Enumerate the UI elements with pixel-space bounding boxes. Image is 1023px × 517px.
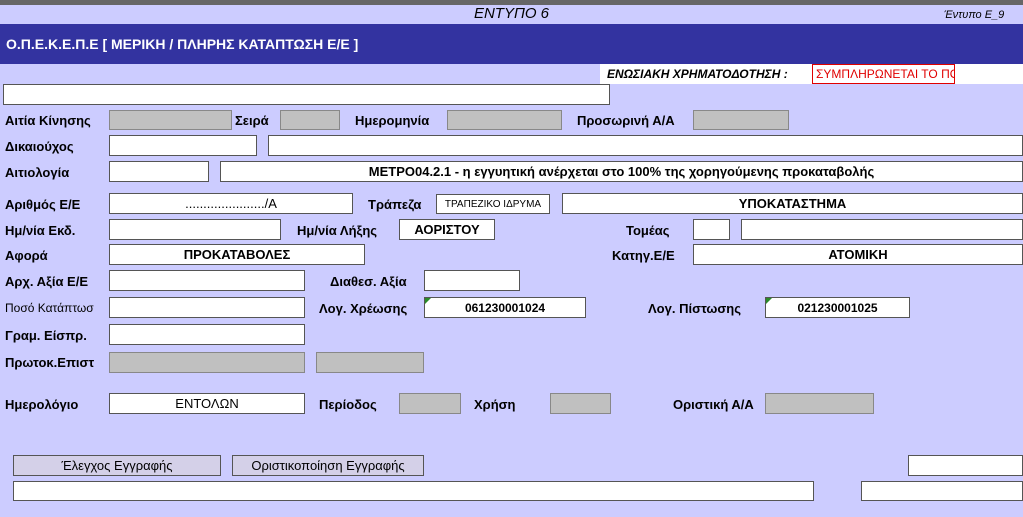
- beneficiary-label: Δικαιούχος: [5, 139, 74, 154]
- receipt-line-field[interactable]: [109, 324, 305, 345]
- cause-label: Αιτία Κίνησης: [5, 113, 91, 128]
- initial-value-field[interactable]: [109, 270, 305, 291]
- message-field-right[interactable]: [861, 481, 1023, 501]
- date-field[interactable]: [447, 110, 562, 130]
- justification-text-field[interactable]: ΜΕΤΡΟ04.2.1 - η εγγυητική ανέρχεται στο …: [220, 161, 1023, 182]
- check-entry-button[interactable]: Έλεγχος Εγγραφής: [13, 455, 221, 476]
- use-field[interactable]: [550, 393, 611, 414]
- protocol-date-field[interactable]: [316, 352, 424, 373]
- justification-code-field[interactable]: [109, 161, 209, 182]
- blank-input-top[interactable]: [3, 84, 610, 105]
- eu-funding-value[interactable]: ΣΥΜΠΛΗΡΩΝΕΤΑΙ ΤΟ ΠΟΣΟΣΤΟ: [812, 64, 955, 84]
- credit-account-field[interactable]: 021230001025: [765, 297, 910, 318]
- series-field[interactable]: [280, 110, 340, 130]
- expiry-date-label: Ημ/νία Λήξης: [297, 223, 378, 238]
- protocol-label: Πρωτοκ.Επιστ: [5, 355, 95, 370]
- debit-account-label: Λογ. Χρέωσης: [319, 301, 408, 316]
- sector-name-field[interactable]: [741, 219, 1023, 240]
- lg-number-field[interactable]: ....................../Α: [109, 193, 353, 214]
- forfeit-amount-label: Ποσό Κατάπτωσ: [5, 301, 94, 315]
- form-title: ΕΝΤΥΠΟ 6: [473, 5, 550, 22]
- message-field[interactable]: [13, 481, 814, 501]
- final-aa-field[interactable]: [765, 393, 874, 414]
- beneficiary-code-field[interactable]: [109, 135, 257, 156]
- available-value-label: Διαθεσ. Αξία: [330, 274, 407, 289]
- page-title: Ο.Π.Ε.Κ.Ε.Π.Ε [ ΜΕΡΙΚΗ / ΠΛΗΡΗΣ ΚΑΤΑΠΤΩΣ…: [6, 36, 359, 52]
- form-code: Έντυπο Ε_9: [944, 9, 1005, 21]
- temp-aa-label: Προσωρινή Α/Α: [577, 113, 675, 128]
- debit-account-field[interactable]: 061230001024: [424, 297, 586, 318]
- available-value-field[interactable]: [424, 270, 520, 291]
- branch-field[interactable]: ΥΠΟΚΑΤΑΣΤΗΜΑ: [562, 193, 1023, 214]
- final-aa-label: Οριστική Α/Α: [673, 397, 754, 412]
- initial-value-label: Αρχ. Αξία Ε/Ε: [5, 274, 89, 289]
- page-title-banner: Ο.Π.Ε.Κ.Ε.Π.Ε [ ΜΕΡΙΚΗ / ΠΛΗΡΗΣ ΚΑΤΑΠΤΩΣ…: [0, 24, 1023, 64]
- lg-number-label: Αριθμός Ε/Ε: [5, 197, 81, 212]
- journal-label: Ημερολόγιο: [5, 397, 79, 412]
- use-label: Χρήση: [474, 397, 516, 412]
- credit-account-label: Λογ. Πίστωσης: [648, 301, 741, 316]
- forfeit-amount-field[interactable]: [109, 297, 305, 318]
- justification-label: Αιτιολογία: [5, 165, 70, 180]
- finalize-entry-button[interactable]: Οριστικοποίηση Εγγραφής: [232, 455, 424, 476]
- lg-category-field[interactable]: ΑΤΟΜΙΚΗ: [693, 244, 1023, 265]
- journal-field[interactable]: ΕΝΤΟΛΩΝ: [109, 393, 305, 414]
- cause-field[interactable]: [109, 110, 232, 130]
- sector-code-field[interactable]: [693, 219, 730, 240]
- eu-funding-label: ΕΝΩΣΙΑΚΗ ΧΡΗΜΑΤΟΔΟΤΗΣΗ :: [607, 67, 788, 81]
- receipt-line-label: Γραμ. Είσπρ.: [5, 328, 87, 343]
- period-label: Περίοδος: [319, 397, 377, 412]
- lg-category-label: Κατηγ.Ε/Ε: [612, 248, 675, 263]
- period-field[interactable]: [399, 393, 461, 414]
- subject-field[interactable]: ΠΡΟΚΑΤΑΒΟΛΕΣ: [109, 244, 365, 265]
- protocol-number-field[interactable]: [109, 352, 305, 373]
- issue-date-label: Ημ/νία Εκδ.: [5, 223, 76, 238]
- subject-label: Αφορά: [5, 248, 48, 263]
- bank-type-field[interactable]: ΤΡΑΠΕΖΙΚΟ ΙΔΡΥΜΑ: [436, 194, 550, 214]
- issue-date-field[interactable]: [109, 219, 281, 240]
- beneficiary-name-field[interactable]: [268, 135, 1023, 156]
- date-label: Ημερομηνία: [355, 113, 430, 128]
- status-field-right[interactable]: [908, 455, 1023, 476]
- series-label: Σειρά: [235, 113, 269, 128]
- bank-label: Τράπεζα: [368, 197, 422, 212]
- sector-label: Τομέας: [626, 223, 670, 238]
- temp-aa-field[interactable]: [693, 110, 789, 130]
- expiry-date-field[interactable]: ΑΟΡΙΣΤΟΥ: [399, 219, 495, 240]
